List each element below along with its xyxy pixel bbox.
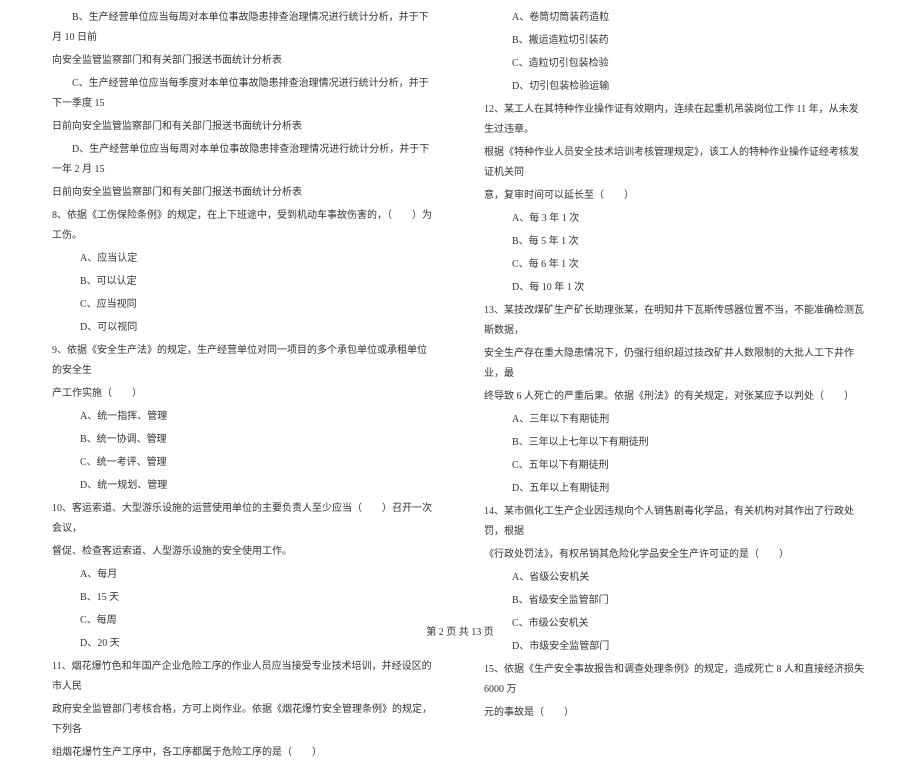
q13-option-d: D、五年以上有期徒刑 — [484, 479, 868, 499]
q14-option-d: D、市级安全监管部门 — [484, 637, 868, 657]
option-b-text: B、生产经营单位应当每周对本单位事故隐患排查治理情况进行统计分析，并于下月 10… — [52, 8, 436, 48]
page-container: B、生产经营单位应当每周对本单位事故隐患排查治理情况进行统计分析，并于下月 10… — [0, 0, 920, 620]
q10-option-a: A、每月 — [52, 565, 436, 585]
page-footer: 第 2 页 共 13 页 — [0, 623, 920, 638]
question-11-cont1: 政府安全监管部门考核合格，方可上岗作业。依据《烟花爆竹安全管理条例》的规定，下列… — [52, 700, 436, 740]
question-13-cont2: 终导致 6 人死亡的严重后果。依据《刑法》的有关规定，对张某应予以判处（ ） — [484, 387, 868, 407]
question-11: 11、烟花爆竹色和年国产企业危险工序的作业人员应当接受专业技术培训，并经设区的市… — [52, 657, 436, 697]
question-12-cont2: 意，复审时间可以延长至（ ） — [484, 186, 868, 206]
question-9-cont: 产工作实施（ ） — [52, 384, 436, 404]
option-c-cont: 日前向安全监管监察部门和有关部门报送书面统计分析表 — [52, 117, 436, 137]
q10-option-b: B、15 天 — [52, 588, 436, 608]
q9-option-a: A、统一指挥、管理 — [52, 407, 436, 427]
question-12-cont1: 根据《特种作业人员安全技术培训考核管理规定》，该工人的特种作业操作证经考核发证机… — [484, 143, 868, 183]
question-9: 9、依据《安全生产法》的规定，生产经营单位对同一项目的多个承包单位或承租单位的安… — [52, 341, 436, 381]
q12-option-b: B、每 5 年 1 次 — [484, 232, 868, 252]
q12-option-a: A、每 3 年 1 次 — [484, 209, 868, 229]
right-column: A、卷筒切筒装药造粒 B、搬运造粒切引装药 C、造粒切引包装检验 D、切引包装检… — [460, 8, 880, 620]
question-14-cont: 《行政处罚法》，有权吊销其危险化学品安全生产许可证的是（ ） — [484, 545, 868, 565]
question-10: 10、客运索道、大型游乐设施的运营使用单位的主要负责人至少应当（ ）召开一次会议… — [52, 499, 436, 539]
q11-option-a: A、卷筒切筒装药造粒 — [484, 8, 868, 28]
q8-option-a: A、应当认定 — [52, 249, 436, 269]
question-11-cont2: 组烟花爆竹生产工序中，各工序都属于危险工序的是（ ） — [52, 743, 436, 763]
q11-option-b: B、搬运造粒切引装药 — [484, 31, 868, 51]
q13-option-b: B、三年以上七年以下有期徒刑 — [484, 433, 868, 453]
left-column: B、生产经营单位应当每周对本单位事故隐患排查治理情况进行统计分析，并于下月 10… — [40, 8, 460, 620]
question-10-cont: 督促、检查客运索道、人型游乐设施的安全使用工作。 — [52, 542, 436, 562]
q8-option-b: B、可以认定 — [52, 272, 436, 292]
option-b-cont: 向安全监管监察部门和有关部门报送书面统计分析表 — [52, 51, 436, 71]
q11-option-d: D、切引包装检验运输 — [484, 77, 868, 97]
q8-option-d: D、可以视同 — [52, 318, 436, 338]
q9-option-b: B、统一协调、管理 — [52, 430, 436, 450]
q14-option-a: A、省级公安机关 — [484, 568, 868, 588]
q9-option-c: C、统一考评、管理 — [52, 453, 436, 473]
question-15: 15、依据《生产安全事故报告和调查处理条例》的规定，造成死亡 8 人和直接经济损… — [484, 660, 868, 700]
question-14: 14、某市佩化工生产企业因违规向个人销售剧毒化学品，有关机构对其作出了行政处罚，… — [484, 502, 868, 542]
q8-option-c: C、应当视同 — [52, 295, 436, 315]
q13-option-a: A、三年以下有期徒刑 — [484, 410, 868, 430]
option-d-cont: 日前向安全监管监察部门和有关部门报送书面统计分析表 — [52, 183, 436, 203]
option-c-text: C、生产经营单位应当每季度对本单位事故隐患排查治理情况进行统计分析，并于下一季度… — [52, 74, 436, 114]
option-d-text: D、生产经营单位应当每周对本单位事故隐患排查治理情况进行统计分析，并于下一年 2… — [52, 140, 436, 180]
question-15-cont: 元的事故是（ ） — [484, 703, 868, 723]
q14-option-b: B、省级安全监管部门 — [484, 591, 868, 611]
question-13: 13、某技改煤矿生产矿长助理张某，在明知井下瓦斯传感器位置不当，不能准确检测瓦斯… — [484, 301, 868, 341]
question-13-cont1: 安全生产存在重大隐患情况下，仍强行组织超过技改矿井人数限制的大批人工下井作业，最 — [484, 344, 868, 384]
q9-option-d: D、统一规划、管理 — [52, 476, 436, 496]
q12-option-d: D、每 10 年 1 次 — [484, 278, 868, 298]
q11-option-c: C、造粒切引包装检验 — [484, 54, 868, 74]
q12-option-c: C、每 6 年 1 次 — [484, 255, 868, 275]
question-12: 12、某工人在其特种作业操作证有效期内，连续在起重机吊装岗位工作 11 年，从未… — [484, 100, 868, 140]
q13-option-c: C、五年以下有期徒刑 — [484, 456, 868, 476]
question-8: 8、依据《工伤保险条例》的规定，在上下班途中，受到机动车事故伤害的，（ ）为工伤… — [52, 206, 436, 246]
